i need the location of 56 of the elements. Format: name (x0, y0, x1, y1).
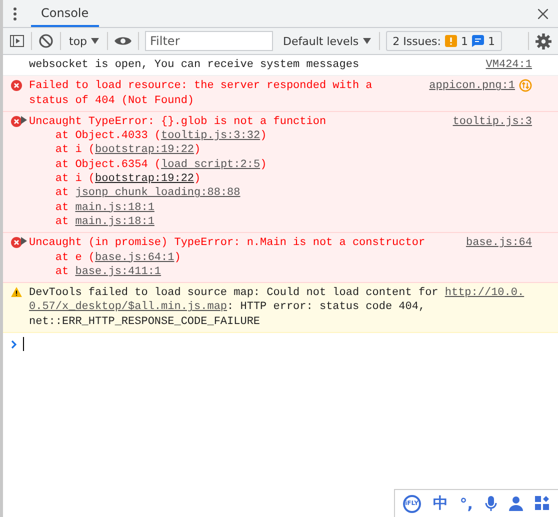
message-text: Uncaught (in promise) TypeError: n.Main is not a constructor (29, 236, 458, 251)
settings-icon[interactable] (535, 32, 552, 50)
punctuation-toggle[interactable]: °, (460, 494, 473, 512)
message-text: Failed to load resource: the server responded with a (29, 79, 374, 94)
source-link[interactable]: base.js:411:1 (75, 266, 162, 278)
message-text: at jsonp chunk loading:88:88 (54, 186, 242, 201)
error-icon (11, 80, 22, 92)
warning-icon (11, 287, 22, 298)
microphone-icon[interactable] (485, 496, 497, 512)
source-link[interactable]: bootstrap:19:22 (95, 144, 194, 156)
message-text: at main.js:18:1 (54, 200, 156, 215)
message-text: net::ERR_HTTP_RESPONSE_CODE_FAILURE (29, 314, 262, 330)
message-text: websocket is open, You can receive system messages (29, 58, 360, 72)
apps-icon[interactable] (535, 496, 550, 511)
message-text: status of 404 (Not Found) (29, 94, 196, 108)
levels-dropdown[interactable]: Default levels (281, 34, 373, 48)
sidebar-icon[interactable] (9, 33, 25, 49)
source-link[interactable]: main.js:18:1 (75, 202, 154, 214)
message-text: at base.js:411:1 (54, 264, 162, 280)
message-text: at Object.6354 (load script:2:5) (54, 158, 268, 172)
issues-button[interactable]: 2 Issues: 1 1 (386, 31, 502, 51)
message-text: at main.js:18:1 (54, 214, 156, 230)
message-text: DevTools failed to load source map: Could not load content for http://10.0. (29, 286, 526, 300)
caret-icon (362, 38, 371, 44)
source-link[interactable]: tooltip.js:3 (452, 114, 532, 130)
more-icon[interactable] (13, 6, 17, 20)
prompt-icon (11, 340, 17, 349)
message-text: at i (bootstrap:19:22) (54, 172, 202, 186)
filter-field[interactable]: Filter (145, 31, 274, 51)
clear-icon[interactable] (38, 33, 54, 49)
source-link[interactable]: base.js:64:1 (95, 252, 174, 264)
text-cursor (23, 337, 24, 352)
close-icon[interactable] (538, 8, 548, 18)
source-link[interactable]: appicon.png:1 (429, 79, 515, 94)
language-toggle[interactable]: 中 (432, 494, 448, 513)
source-link[interactable]: tooltip.js:3:32 (161, 130, 260, 142)
source-link[interactable]: main.js:18:1 (75, 216, 154, 228)
caret-icon (91, 38, 100, 44)
source-link[interactable]: base.js:64 (466, 236, 532, 251)
message-icon (472, 35, 484, 47)
source-link[interactable]: load script:2:5 (161, 158, 260, 171)
message-text: at i (bootstrap:19:22) (54, 143, 202, 158)
source-link[interactable]: jsonp chunk loading:88:88 (75, 187, 240, 200)
source-link[interactable]: bootstrap:19:22 (95, 173, 194, 186)
message-text: Uncaught TypeError: {}.glob is not a function (29, 114, 445, 130)
message-text: at Object.4033 (tooltip.js:3:32) (54, 129, 268, 144)
user-icon[interactable] (509, 496, 523, 511)
source-link[interactable]: VM424:1 (486, 58, 532, 72)
error-icon (11, 116, 22, 127)
source-link[interactable]: http://10.0. (444, 287, 524, 300)
source-link[interactable]: 0.57/x_desktop/$all.min.js.map (29, 301, 228, 314)
message-text: at e (base.js:64:1) (54, 250, 182, 265)
warning-icon (445, 35, 457, 47)
error-icon (11, 237, 22, 248)
message-text: 0.57/x_desktop/$all.min.js.map: HTTP error: status code 404, (29, 300, 426, 315)
context-dropdown[interactable]: top (67, 34, 102, 48)
